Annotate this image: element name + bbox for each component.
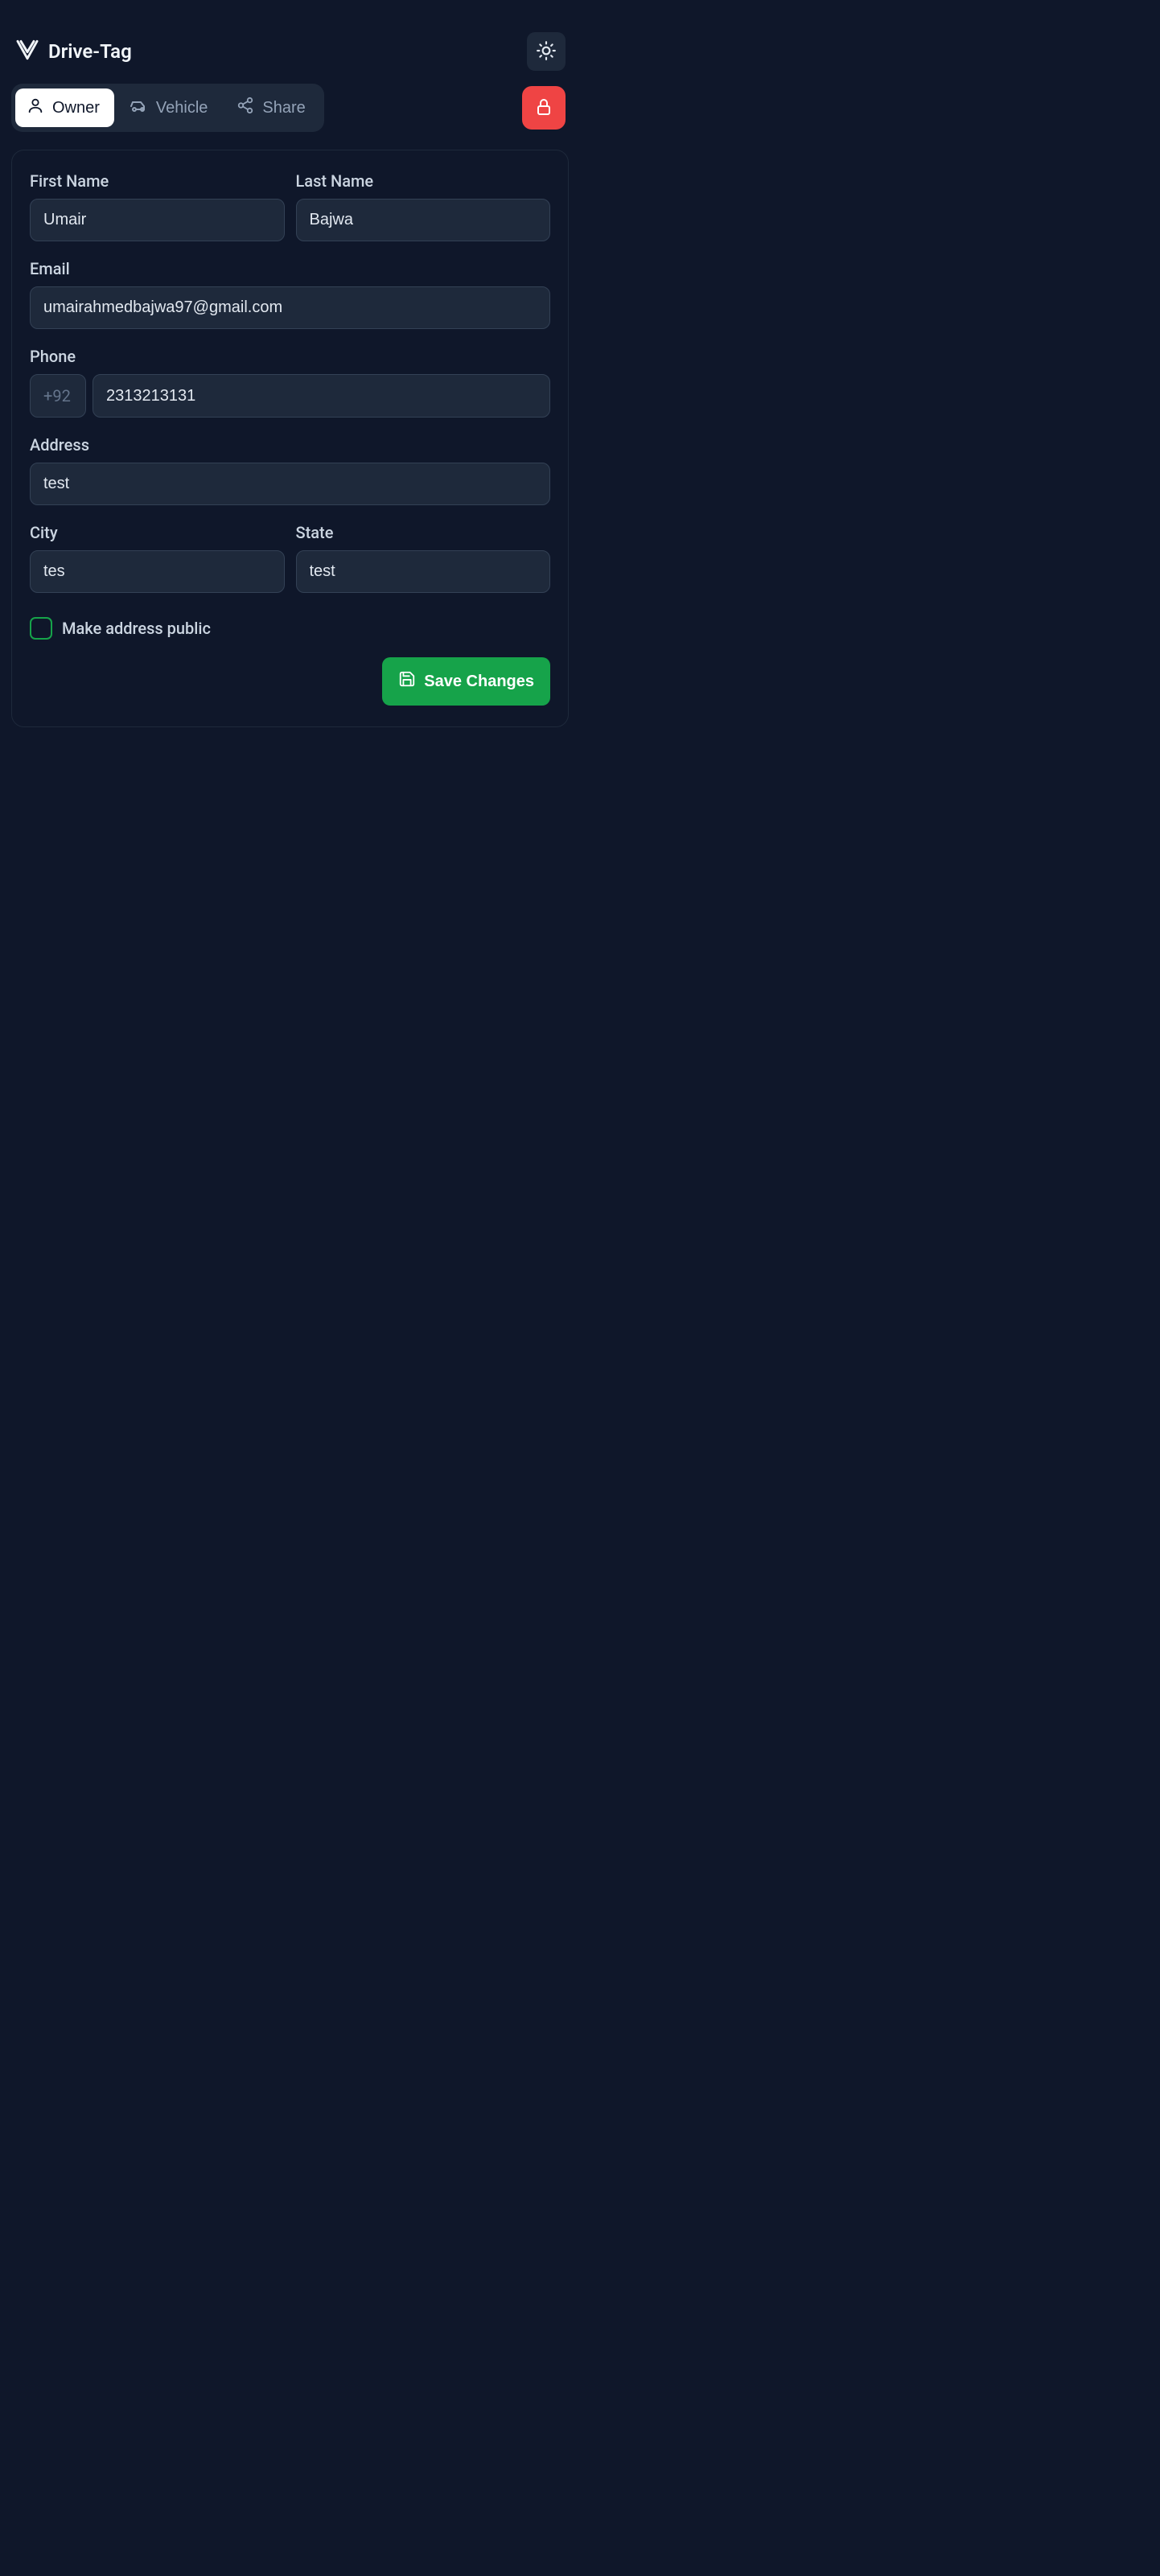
last-name-input[interactable]: [296, 199, 551, 241]
phone-label: Phone: [30, 347, 550, 366]
user-icon: [27, 97, 44, 119]
city-label: City: [30, 523, 285, 542]
tab-share[interactable]: Share: [225, 88, 319, 127]
lock-icon: [534, 97, 553, 119]
car-icon: [129, 96, 148, 120]
sun-icon: [536, 40, 557, 64]
state-input[interactable]: [296, 550, 551, 593]
tab-owner[interactable]: Owner: [15, 88, 114, 127]
email-input[interactable]: [30, 286, 550, 329]
save-button[interactable]: Save Changes: [382, 657, 550, 706]
theme-toggle-button[interactable]: [527, 32, 566, 71]
address-label: Address: [30, 435, 550, 455]
save-button-label: Save Changes: [424, 673, 534, 691]
phone-input[interactable]: [93, 374, 550, 418]
public-address-checkbox[interactable]: [30, 617, 52, 640]
tab-vehicle-label: Vehicle: [156, 99, 208, 117]
phone-prefix: +92: [30, 374, 86, 418]
tabs: Owner Vehicle: [11, 84, 324, 132]
brand-logo-icon: [14, 37, 40, 66]
city-input[interactable]: [30, 550, 285, 593]
brand: Drive-Tag: [14, 37, 132, 66]
state-label: State: [296, 523, 551, 542]
save-icon: [398, 670, 416, 693]
form-card: First Name Last Name Email Phone +92 Add…: [11, 150, 569, 727]
last-name-label: Last Name: [296, 171, 551, 191]
public-address-label: Make address public: [62, 619, 211, 638]
first-name-label: First Name: [30, 171, 285, 191]
tab-owner-label: Owner: [52, 99, 100, 117]
tab-vehicle[interactable]: Vehicle: [117, 88, 223, 128]
lock-button[interactable]: [522, 86, 566, 130]
address-input[interactable]: [30, 463, 550, 505]
brand-title: Drive-Tag: [48, 40, 132, 63]
email-label: Email: [30, 259, 550, 278]
first-name-input[interactable]: [30, 199, 285, 241]
tab-share-label: Share: [262, 99, 305, 117]
share-icon: [237, 97, 254, 119]
